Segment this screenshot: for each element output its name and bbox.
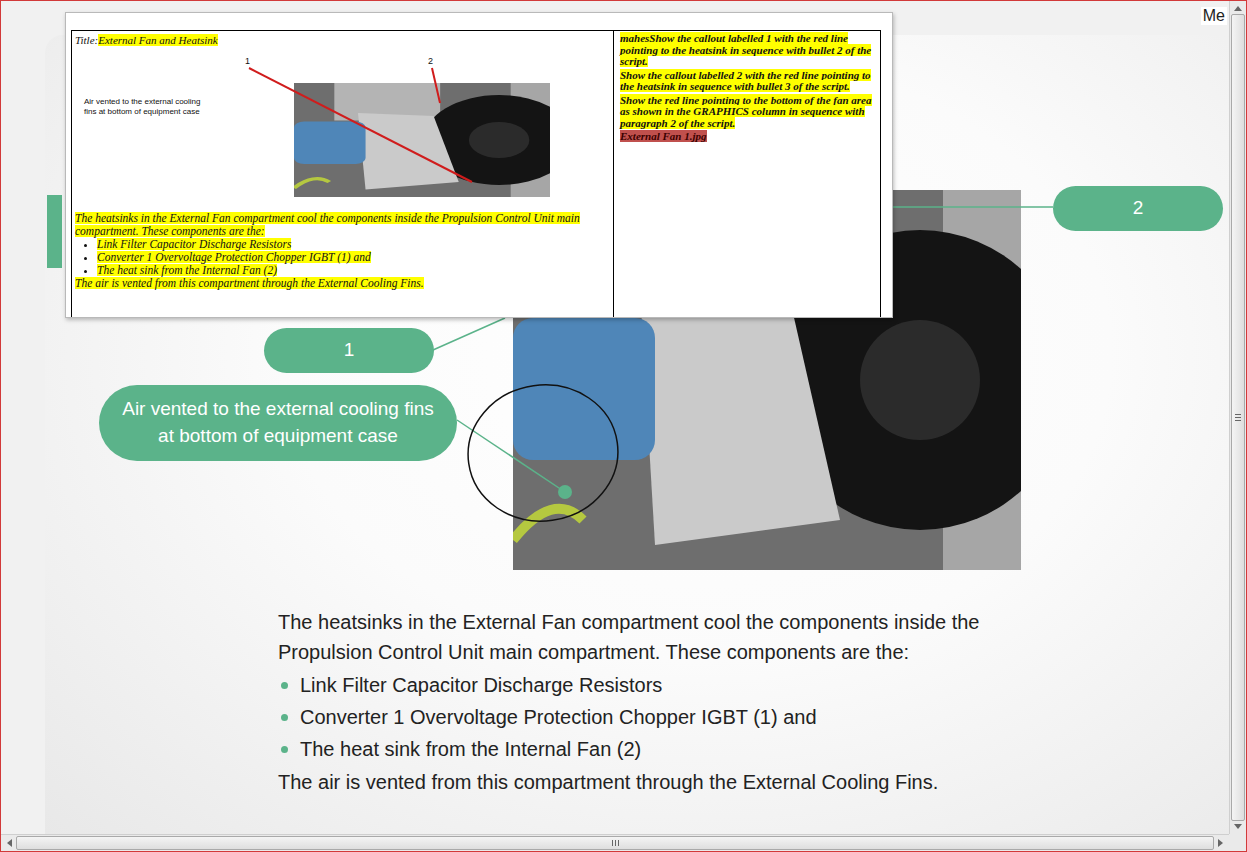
bullet-dot-icon xyxy=(281,746,288,753)
document-bullets: Link Filter Capacitor Discharge Resistor… xyxy=(75,238,609,277)
script-bullet: Converter 1 Overvoltage Protection Chopp… xyxy=(278,701,1068,733)
callout: 1 xyxy=(264,328,434,373)
graphic-callout: 1 xyxy=(245,56,250,66)
script-intro: The heatsinks in the External Fan compar… xyxy=(278,607,1068,667)
file-name: External Fan 1.jpg xyxy=(620,131,876,143)
document-closing: The air is vented from this compartment … xyxy=(75,277,609,290)
instruction: Show the callout labelled 2 with the red… xyxy=(620,70,876,93)
document-bullet: The heat sink from the Internal Fan (2) xyxy=(97,264,609,277)
accent-bar xyxy=(47,195,62,268)
horizontal-scrollbar[interactable] xyxy=(1,834,1229,851)
scroll-corner xyxy=(1229,834,1246,851)
document-bullet: Converter 1 Overvoltage Protection Chopp… xyxy=(97,251,609,264)
grip-icon xyxy=(612,840,619,846)
bullet-dot-icon xyxy=(281,682,288,689)
red-pointer-lines xyxy=(75,47,615,212)
storyboard-table: Title:External Fan and Heatsink 1 2 Air … xyxy=(71,30,881,318)
callout: Air vented to the external cooling fins … xyxy=(99,385,457,461)
scroll-up-icon[interactable] xyxy=(1234,6,1242,11)
script-bullet: The heat sink from the Internal Fan (2) xyxy=(278,733,1068,765)
fan-thumbnail xyxy=(294,83,550,197)
scroll-thumb[interactable] xyxy=(1231,14,1245,821)
bullet-dot-icon xyxy=(281,714,288,721)
script-cell: Title:External Fan and Heatsink 1 2 Air … xyxy=(72,31,614,318)
document-bullet: Link Filter Capacitor Discharge Resistor… xyxy=(97,238,609,251)
menu-label[interactable]: Me xyxy=(1201,7,1227,25)
callout: 2 xyxy=(1053,186,1223,231)
graphic: 1 2 Air vented to the external cooling f… xyxy=(75,47,609,212)
document-intro: The heatsinks in the External Fan compar… xyxy=(75,212,609,238)
instructions-cell: mahesShow the callout labelled 1 with th… xyxy=(614,31,880,318)
scroll-right-icon[interactable] xyxy=(1218,839,1223,847)
browser-window: Me 2 1 Air vented to the external cooling … xyxy=(0,0,1247,852)
storyboard-document: Title:External Fan and Heatsink 1 2 Air … xyxy=(65,12,893,318)
graphic-callout: 2 xyxy=(428,56,433,66)
graphic-photo xyxy=(294,83,550,197)
instruction: Show the red line pointing to the bottom… xyxy=(620,95,876,130)
script-bullet: Link Filter Capacitor Discharge Resistor… xyxy=(278,669,1068,701)
page-viewport: Me 2 1 Air vented to the external cooling … xyxy=(1,1,1229,834)
script-bullets: Link Filter Capacitor Discharge Resistor… xyxy=(278,669,1068,765)
vertical-scrollbar[interactable] xyxy=(1229,1,1246,834)
slide-script: The heatsinks in the External Fan compar… xyxy=(278,607,1068,797)
scroll-thumb[interactable] xyxy=(16,836,1214,850)
document-title: Title:External Fan and Heatsink xyxy=(75,33,609,47)
script-closing: The air is vented from this compartment … xyxy=(278,767,1068,797)
instruction: mahesShow the callout labelled 1 with th… xyxy=(620,33,876,68)
graphic-caption: Air vented to the external cooling fins … xyxy=(84,97,209,117)
scroll-left-icon[interactable] xyxy=(7,839,12,847)
grip-icon xyxy=(1235,414,1241,421)
scroll-down-icon[interactable] xyxy=(1234,824,1242,829)
